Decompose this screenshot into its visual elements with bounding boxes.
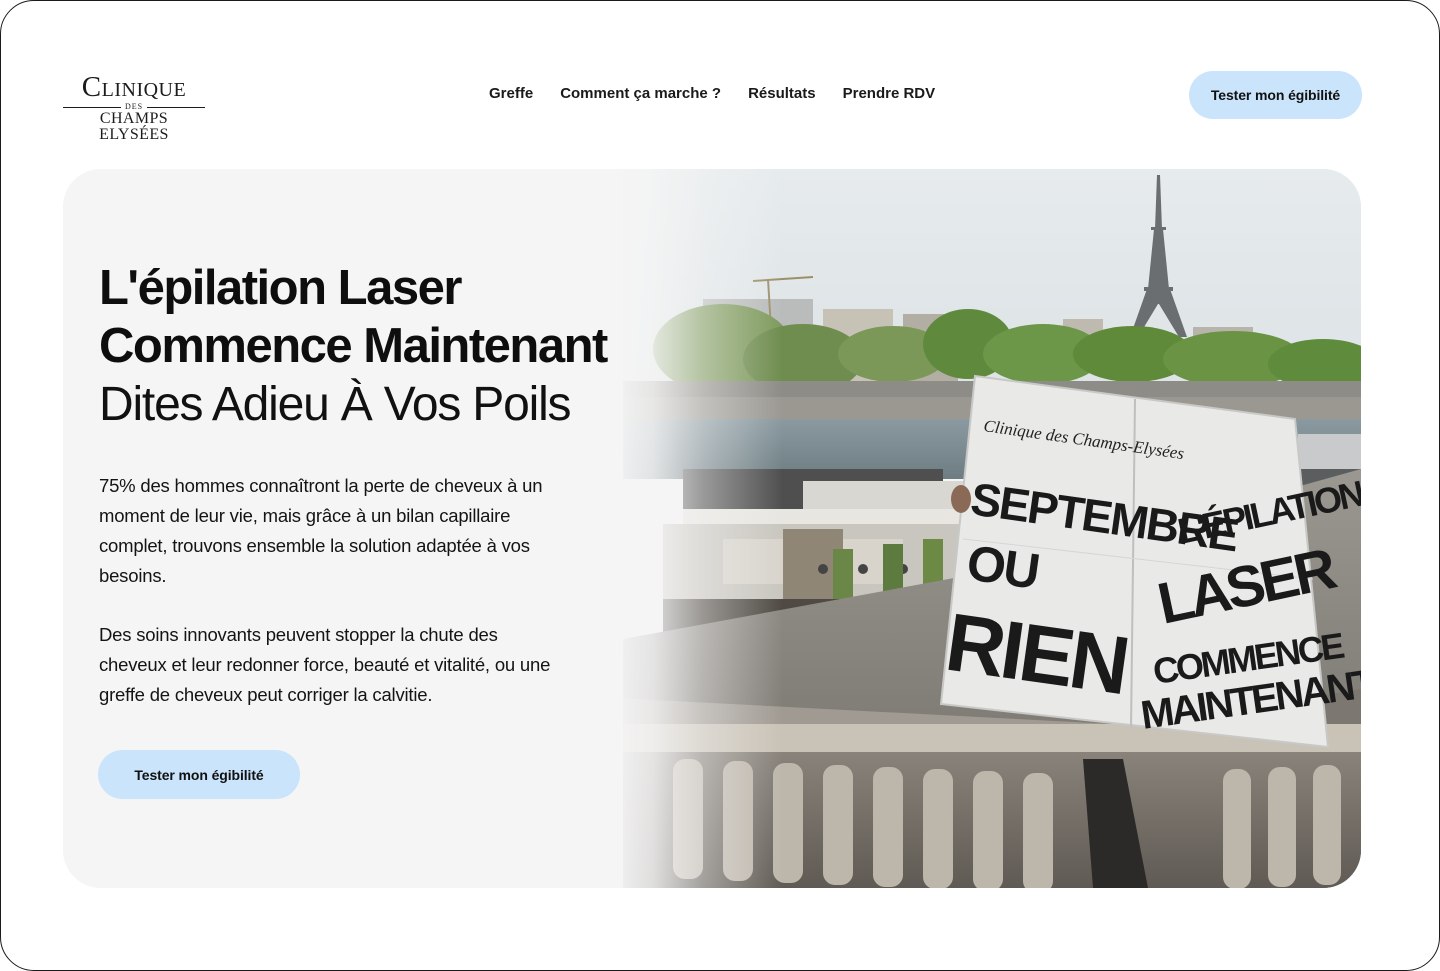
logo-line-clinique: Clinique — [81, 71, 187, 103]
nav-item-comment-ca-marche[interactable]: Comment ça marche ? — [560, 85, 721, 102]
brand-logo[interactable]: Clinique des Champs Elysées — [63, 73, 205, 143]
logo-rule-right — [147, 106, 205, 108]
hero-subheadline: Dites Adieu À Vos Poils — [99, 378, 572, 431]
svg-text:OU: OU — [963, 534, 1041, 599]
nav-item-greffe[interactable]: Greffe — [489, 85, 533, 102]
header-eligibility-button[interactable]: Tester mon égibilité — [1189, 71, 1362, 119]
hero-paragraph-1: 75% des hommes connaîtront la perte de c… — [99, 475, 543, 586]
hero-paragraph-2: Des soins innovants peuvent stopper la c… — [99, 624, 551, 705]
main-nav: Greffe Comment ça marche ? Résultats Pre… — [489, 85, 935, 102]
logo-line-champs: Champs Elysées — [99, 110, 169, 143]
logo-rule-left — [63, 106, 121, 108]
hero-headline-line-2: Commence Maintenant — [99, 319, 608, 373]
hero-eligibility-button[interactable]: Tester mon égibilité — [98, 750, 300, 799]
page-frame: Clinique des Champs Elysées Greffe Comme… — [0, 0, 1440, 971]
nav-item-resultats[interactable]: Résultats — [748, 85, 816, 102]
nav-item-prendre-rdv[interactable]: Prendre RDV — [843, 85, 936, 102]
hero-headline-line-1: L'épilation Laser — [99, 261, 462, 315]
hero-headline: L'épilation Laser Commence Maintenant — [99, 259, 608, 375]
